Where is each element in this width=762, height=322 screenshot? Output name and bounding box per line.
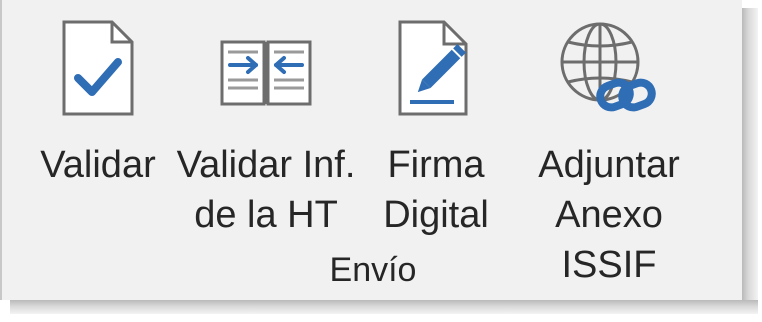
validar-inf-ht-label: Validar Inf. de la HT [176, 144, 356, 236]
validar-inf-ht-button[interactable]: Validar Inf. de la HT [170, 12, 362, 252]
globe-link-icon [556, 18, 666, 135]
adjuntar-anexo-issif-button[interactable]: Adjuntar Anexo ISSIF [504, 12, 714, 286]
ribbon-group-label: Envío [329, 251, 417, 289]
panel-shadow-right [742, 8, 758, 308]
screenshot-canvas: Validar Validar Inf. de la HT Firma Digi… [0, 0, 762, 322]
ribbon-group-panel: Validar Validar Inf. de la HT Firma Digi… [0, 0, 742, 300]
panel-shadow-bottom [10, 300, 758, 314]
firma-digital-label: Firma Digital [383, 144, 489, 236]
document-pen-signature-icon [396, 18, 476, 131]
validar-button[interactable]: Validar [32, 12, 164, 252]
firma-digital-button[interactable]: Firma Digital [374, 12, 498, 252]
validar-label: Validar [40, 144, 156, 186]
book-arrows-icon [216, 18, 316, 131]
document-checkmark-icon [60, 18, 136, 131]
